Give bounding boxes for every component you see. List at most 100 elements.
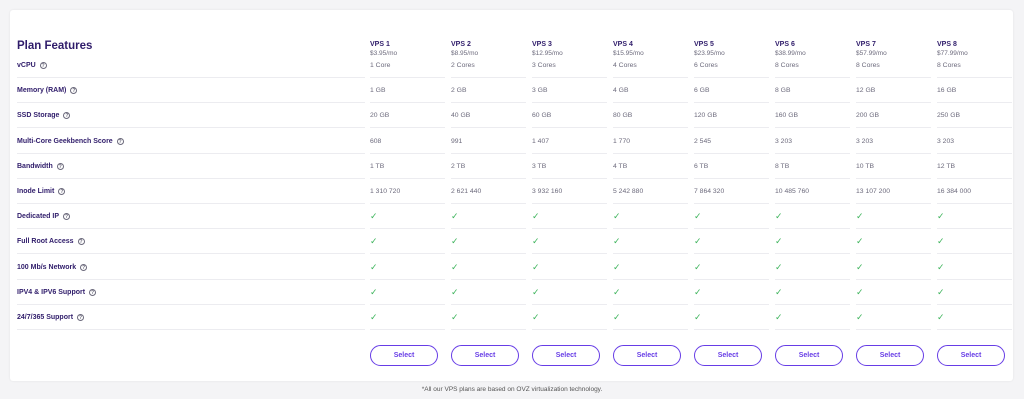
feature-value: 3 932 160	[532, 188, 563, 195]
select-plan-button[interactable]: Select	[451, 345, 519, 366]
select-plan-button[interactable]: Select	[694, 345, 762, 366]
feature-value-cell: ✓	[856, 256, 931, 280]
feature-value: 13 107 200	[856, 188, 891, 195]
select-plan-button[interactable]: Select	[613, 345, 681, 366]
help-icon[interactable]: ?	[39, 62, 47, 69]
feature-value-cell: 2 621 440	[451, 180, 526, 204]
feature-value-cell: 12 TB	[937, 155, 1012, 179]
feature-value-cell: 8 Cores	[856, 54, 931, 78]
feature-label-cell: 100 Mb/s Network?	[17, 256, 365, 280]
feature-value-cell: ✓	[451, 281, 526, 305]
feature-value-cell: 8 TB	[775, 155, 850, 179]
feature-value-cell: ✓	[694, 230, 769, 255]
plan-features-title: Plan Features	[17, 40, 93, 52]
feature-value-cell: ✓	[613, 205, 688, 230]
feature-label: Full Root Access	[17, 238, 74, 246]
help-icon[interactable]: ?	[56, 162, 64, 170]
feature-row: Memory (RAM)? 1 GB 2 GB 3 GB 4 GB 6 GB 8 GB 12 …	[10, 79, 1013, 104]
check-icon: ✓	[694, 261, 702, 272]
check-icon: ✓	[451, 261, 459, 272]
check-icon: ✓	[856, 261, 864, 272]
feature-value-cell: ✓	[370, 281, 445, 305]
virtualization-footnote: *All our VPS plans are based on OVZ virt…	[421, 386, 603, 393]
feature-label: Bandwidth	[17, 162, 53, 170]
help-icon[interactable]: ?	[89, 288, 97, 296]
help-icon[interactable]: ?	[116, 137, 124, 145]
feature-value-cell: ✓	[370, 256, 445, 280]
plan-name: VPS 7	[856, 41, 876, 48]
feature-value-cell: 3 203	[856, 130, 931, 154]
feature-value-cell: ✓	[613, 281, 688, 305]
feature-value-cell: ✓	[937, 205, 1012, 230]
feature-label: Dedicated IP	[17, 213, 60, 221]
feature-value-cell: 16 384 000	[937, 180, 1012, 204]
check-icon: ✓	[451, 286, 459, 297]
feature-value-cell: 5 242 880	[613, 180, 688, 204]
feature-value: 3 GB	[532, 87, 548, 95]
feature-value: 2 GB	[451, 87, 467, 95]
check-icon: ✓	[532, 236, 540, 247]
feature-value-cell: 8 GB	[775, 79, 850, 104]
feature-row: SSD Storage? 20 GB 40 GB 60 GB 80 GB 120 GB 16…	[10, 104, 1013, 129]
help-icon[interactable]: ?	[77, 314, 85, 321]
feature-value-cell: 3 Cores	[532, 54, 607, 78]
plan-name: VPS 3	[532, 41, 552, 48]
help-icon[interactable]: ?	[70, 87, 78, 95]
select-plan-button[interactable]: Select	[370, 345, 438, 366]
feature-value-cell: 160 GB	[775, 104, 850, 129]
feature-value-cell: ✓	[775, 281, 850, 305]
help-icon[interactable]: ?	[63, 213, 71, 221]
select-plan-button[interactable]: Select	[532, 345, 600, 366]
feature-value-cell: ✓	[937, 306, 1012, 330]
feature-value-cell: ✓	[532, 281, 607, 305]
help-icon[interactable]: ?	[77, 238, 85, 246]
feature-label: Inode Limit	[17, 188, 55, 195]
feature-value-cell: 991	[451, 130, 526, 154]
check-icon: ✓	[451, 211, 459, 222]
check-icon: ✓	[856, 286, 864, 297]
check-icon: ✓	[856, 211, 864, 222]
feature-value: 991	[451, 137, 463, 145]
feature-value-cell: 60 GB	[532, 104, 607, 129]
check-icon: ✓	[775, 236, 783, 247]
select-plan-button[interactable]: Select	[937, 345, 1005, 366]
help-icon[interactable]: ?	[80, 263, 88, 271]
feature-label: 24/7/365 Support	[17, 314, 74, 321]
feature-value-cell: 6 GB	[694, 79, 769, 104]
help-icon[interactable]: ?	[58, 188, 66, 195]
feature-value-cell: ✓	[775, 230, 850, 255]
check-icon: ✓	[937, 312, 945, 322]
feature-value: 10 485 760	[775, 188, 810, 195]
check-icon: ✓	[370, 236, 378, 247]
feature-row: Multi-Core Geekbench Score? 608 991 1 407 1 …	[10, 130, 1013, 155]
select-plan-button[interactable]: Select	[856, 345, 924, 366]
feature-value: 160 GB	[775, 112, 799, 120]
check-icon: ✓	[370, 261, 378, 272]
feature-value-cell: ✓	[370, 306, 445, 330]
feature-value-cell: 6 TB	[694, 155, 769, 179]
feature-value-cell: 3 TB	[532, 155, 607, 179]
feature-value-cell: 20 GB	[370, 104, 445, 129]
feature-value-cell: ✓	[937, 281, 1012, 305]
check-icon: ✓	[937, 211, 945, 222]
feature-value: 2 545	[694, 137, 712, 145]
check-icon: ✓	[694, 211, 702, 222]
feature-label-cell: IPV4 & IPV6 Support?	[17, 281, 365, 305]
feature-value-cell: ✓	[694, 205, 769, 230]
feature-label: Multi-Core Geekbench Score	[17, 137, 113, 145]
feature-value: 8 TB	[775, 162, 790, 170]
help-icon[interactable]: ?	[63, 112, 71, 120]
feature-value-cell: 80 GB	[613, 104, 688, 129]
feature-value: 20 GB	[370, 112, 390, 120]
feature-value: 4 TB	[613, 162, 628, 170]
feature-value-cell: ✓	[856, 230, 931, 255]
check-icon: ✓	[775, 286, 783, 297]
check-icon: ✓	[613, 286, 621, 297]
feature-value-cell: ✓	[775, 306, 850, 330]
feature-value-cell: 1 GB	[370, 79, 445, 104]
feature-value: 4 GB	[613, 87, 629, 95]
feature-value-cell: 6 Cores	[694, 54, 769, 78]
feature-label-cell: vCPU?	[17, 54, 365, 78]
select-plan-button[interactable]: Select	[775, 345, 843, 366]
feature-value: 40 GB	[451, 112, 471, 120]
